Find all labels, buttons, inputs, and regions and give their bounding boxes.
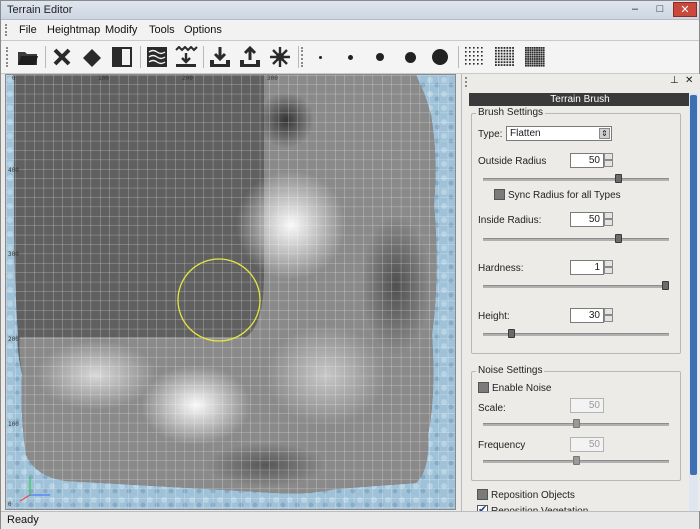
brush-settings-title: Brush Settings xyxy=(476,107,546,118)
enable-noise-label: Enable Noise xyxy=(492,383,552,394)
hardness-slider[interactable] xyxy=(483,285,669,288)
ruler-y-label: 300 xyxy=(8,251,19,258)
frequency-label: Frequency xyxy=(478,440,526,451)
sync-radius-label: Sync Radius for all Types xyxy=(508,190,621,201)
inside-radius-field[interactable]: 50 xyxy=(570,212,604,227)
scale-field[interactable]: 50 xyxy=(570,398,604,413)
menu-file[interactable]: File xyxy=(19,24,37,36)
hardness-field[interactable]: 1 xyxy=(570,260,604,275)
density-medium-button[interactable] xyxy=(492,44,518,70)
toolbar-separator xyxy=(140,46,141,68)
scroll-thumb[interactable] xyxy=(690,95,697,475)
brush-size-medium-button[interactable] xyxy=(367,44,393,70)
title-bar[interactable]: Terrain Editor – □ ✕ xyxy=(1,1,699,20)
clear-x-icon[interactable] xyxy=(49,44,75,70)
menu-bar: File Heightmap Modify Tools Options xyxy=(1,20,699,41)
window-title: Terrain Editor xyxy=(7,4,73,16)
minimize-button[interactable]: – xyxy=(623,2,647,17)
menu-tools[interactable]: Tools xyxy=(149,24,175,36)
toolbar-separator xyxy=(203,46,204,68)
outside-radius-slider-thumb[interactable] xyxy=(615,174,623,183)
enable-noise-checkbox[interactable] xyxy=(478,382,489,393)
height-label: Height: xyxy=(478,311,510,322)
hardness-slider-thumb[interactable] xyxy=(662,281,669,290)
outside-radius-stepper[interactable] xyxy=(604,153,613,168)
menu-heightmap[interactable]: Heightmap xyxy=(47,24,100,36)
ruler-x: 0 100 200 300 xyxy=(6,75,455,84)
menu-modify[interactable]: Modify xyxy=(105,24,137,36)
outside-radius-slider[interactable] xyxy=(483,178,669,181)
ruler-x-label: 300 xyxy=(267,75,278,82)
ruler-y: 400 300 200 100 0 xyxy=(6,75,19,509)
reposition-objects-checkbox[interactable] xyxy=(477,489,488,500)
frequency-field[interactable]: 50 xyxy=(570,437,604,452)
density-sparse-button[interactable] xyxy=(462,44,488,70)
outside-radius-label: Outside Radius xyxy=(478,156,547,167)
ruler-y-label: 200 xyxy=(8,336,19,343)
toolbar-separator xyxy=(45,46,46,68)
menu-grip[interactable] xyxy=(5,24,10,36)
brush-settings-group: Brush Settings Type: Flatten ⇕ Outside R… xyxy=(471,107,681,354)
panel-close-icon[interactable]: ✕ xyxy=(685,75,693,86)
terrain-brush-panel: ⊥ ✕ Terrain Brush Brush Settings Type: F… xyxy=(461,74,700,517)
reposition-objects-label: Reposition Objects xyxy=(491,490,575,501)
toolbar-grip[interactable] xyxy=(301,47,306,67)
split-panel-icon[interactable] xyxy=(109,44,135,70)
brush-size-small-button[interactable] xyxy=(337,44,363,70)
eraser-icon[interactable] xyxy=(79,44,105,70)
hardness-label: Hardness: xyxy=(478,263,524,274)
type-label: Type: xyxy=(478,129,503,140)
panel-grip[interactable] xyxy=(465,77,470,87)
terrain-canvas[interactable] xyxy=(6,75,456,510)
scale-label: Scale: xyxy=(478,403,506,414)
terrain-texture-icon[interactable] xyxy=(144,44,170,70)
type-select-value: Flatten xyxy=(510,128,541,139)
open-folder-icon[interactable] xyxy=(15,44,41,70)
ruler-x-label: 100 xyxy=(98,75,109,82)
scale-slider-thumb[interactable] xyxy=(572,419,580,428)
density-dense-button[interactable] xyxy=(522,44,548,70)
ruler-x-label: 200 xyxy=(182,75,193,82)
toolbar-separator xyxy=(458,46,459,68)
brush-size-large-button[interactable] xyxy=(397,44,423,70)
pin-icon[interactable]: ⊥ xyxy=(670,75,679,86)
panel-scrollbar[interactable] xyxy=(689,93,698,511)
ruler-y-label: 400 xyxy=(8,167,19,174)
inside-radius-label: Inside Radius: xyxy=(478,215,542,226)
frequency-slider-thumb[interactable] xyxy=(572,456,580,465)
hardness-stepper[interactable] xyxy=(604,260,613,275)
panel-header: Terrain Brush xyxy=(469,93,691,106)
noise-settings-group: Noise Settings Enable Noise Scale: 50 Fr… xyxy=(471,365,681,481)
type-select[interactable]: Flatten ⇕ xyxy=(506,126,612,141)
height-slider-thumb[interactable] xyxy=(508,329,516,338)
brush-size-tiny-button[interactable] xyxy=(307,44,333,70)
ruler-y-label: 0 xyxy=(8,501,12,508)
terrain-viewport[interactable]: 0 100 200 300 400 300 200 100 0 xyxy=(5,74,456,510)
terrain-editor-window: Terrain Editor – □ ✕ File Heightmap Modi… xyxy=(0,0,700,529)
import-heightmap-icon[interactable] xyxy=(173,44,199,70)
status-bar: Ready xyxy=(1,511,699,529)
sun-icon[interactable] xyxy=(267,44,293,70)
noise-settings-title: Noise Settings xyxy=(476,365,545,376)
panel-titlebar[interactable]: ⊥ ✕ xyxy=(462,74,700,88)
outside-radius-field[interactable]: 50 xyxy=(570,153,604,168)
maximize-button[interactable]: □ xyxy=(648,2,672,17)
status-text: Ready xyxy=(7,514,39,526)
toolbar-separator xyxy=(298,46,299,68)
sync-radius-checkbox[interactable] xyxy=(494,189,505,200)
menu-options[interactable]: Options xyxy=(184,24,222,36)
ruler-y-label: 100 xyxy=(8,421,19,428)
toolbar-grip[interactable] xyxy=(6,47,11,67)
inside-radius-slider-thumb[interactable] xyxy=(615,234,623,243)
close-button[interactable]: ✕ xyxy=(673,2,697,17)
inside-radius-stepper[interactable] xyxy=(604,212,613,227)
height-stepper[interactable] xyxy=(604,308,613,323)
export-icon[interactable] xyxy=(237,44,263,70)
download-icon[interactable] xyxy=(207,44,233,70)
inside-radius-slider[interactable] xyxy=(483,238,669,241)
chevron-updown-icon: ⇕ xyxy=(599,128,610,139)
toolbar xyxy=(1,41,699,74)
brush-size-xlarge-button[interactable] xyxy=(427,44,453,70)
height-field[interactable]: 30 xyxy=(570,308,604,323)
